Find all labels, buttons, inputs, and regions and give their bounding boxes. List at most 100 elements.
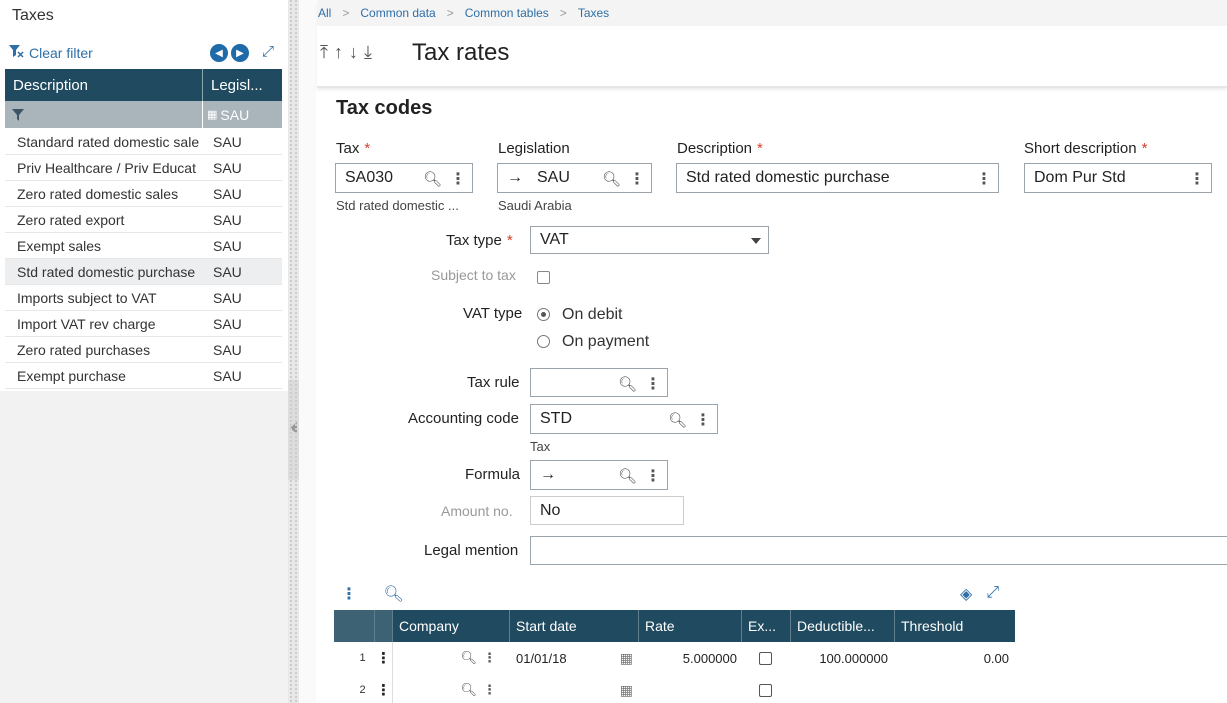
row-menu-icon[interactable]: ⋮ <box>375 642 393 674</box>
column-header-exempt[interactable]: Ex... <box>742 610 791 642</box>
list-item[interactable]: Std rated domestic purchase SAU <box>5 259 282 285</box>
row-number: 1 <box>359 652 366 664</box>
list-item[interactable]: Exempt sales SAU <box>5 233 282 259</box>
vat-type-on-debit-radio[interactable] <box>537 308 550 321</box>
search-icon[interactable]: 🔍︎ <box>618 375 637 393</box>
tax-field[interactable]: SA030 🔍︎ ⋮ <box>335 163 473 193</box>
exempt-cell[interactable] <box>742 674 791 703</box>
company-cell[interactable]: 🔍︎ ⋮ <box>393 674 510 703</box>
list-item[interactable]: Import VAT rev charge SAU <box>5 311 282 337</box>
threshold-cell[interactable] <box>895 674 1015 703</box>
column-header-company[interactable]: Company <box>393 610 510 642</box>
list-item[interactable]: Exempt purchase SAU <box>5 363 282 389</box>
column-header-rate[interactable]: Rate <box>639 610 742 642</box>
search-icon[interactable]: 🔍︎ <box>602 170 621 188</box>
more-icon[interactable]: ⋮ <box>976 169 992 189</box>
required-marker: * <box>757 140 763 157</box>
more-icon[interactable]: ⋮ <box>645 466 661 486</box>
more-icon[interactable]: ⋮ <box>645 374 661 394</box>
tax-type-select[interactable]: VAT <box>530 226 769 254</box>
column-header-deductible[interactable]: Deductible... <box>791 610 895 642</box>
layers-icon[interactable]: ◈ <box>960 584 972 604</box>
arrow-right-icon[interactable]: → <box>507 169 523 187</box>
exempt-checkbox[interactable] <box>759 683 772 697</box>
calendar-icon[interactable]: ▦ <box>620 650 633 667</box>
search-icon[interactable]: 🔍︎ <box>668 411 687 429</box>
calendar-icon[interactable]: ▦ <box>620 682 633 699</box>
more-icon[interactable]: ⋮ <box>483 650 496 666</box>
legislation-filter[interactable]: ▦ SAU <box>203 101 282 128</box>
arrow-right-icon[interactable]: → <box>540 466 556 484</box>
search-icon[interactable]: 🔍︎ <box>460 682 477 698</box>
list-item[interactable]: Zero rated purchases SAU <box>5 337 282 363</box>
vat-type-on-payment-label[interactable]: On payment <box>562 333 649 351</box>
rate-cell[interactable] <box>639 674 742 703</box>
threshold-cell[interactable]: 0.00 <box>895 642 1015 674</box>
description-field[interactable]: Std rated domestic purchase ⋮ <box>676 163 999 193</box>
tax-description-sub: Std rated domestic ... <box>336 198 459 213</box>
breadcrumb-taxes[interactable]: Taxes <box>578 6 609 20</box>
grid-search-icon[interactable]: 🔍︎ <box>383 586 403 603</box>
panel-splitter[interactable] <box>288 0 316 703</box>
last-record-icon[interactable]: ⤓ <box>364 42 372 63</box>
tax-rule-field[interactable]: 🔍︎ ⋮ <box>530 368 668 397</box>
more-icon[interactable]: ⋮ <box>450 169 466 189</box>
list-item[interactable]: Imports subject to VAT SAU <box>5 285 282 311</box>
formula-field[interactable]: → 🔍︎ ⋮ <box>530 460 668 490</box>
exempt-cell[interactable] <box>742 642 791 674</box>
subject-to-tax-checkbox[interactable] <box>537 271 550 284</box>
start-date-cell[interactable]: 01/01/18 ▦ <box>510 642 639 674</box>
previous-record-icon[interactable]: ↑ <box>334 42 343 63</box>
column-header-start-date[interactable]: Start date <box>510 610 639 642</box>
table-row[interactable]: 1 ⋮ 🔍︎ ⋮ 01/01/18 ▦ 5.000000 100.000000 0.00 <box>334 642 1015 674</box>
column-header-threshold[interactable]: Threshold <box>895 610 1015 642</box>
more-icon[interactable]: ⋮ <box>483 682 496 698</box>
list-item[interactable]: Zero rated export SAU <box>5 207 282 233</box>
search-icon[interactable]: 🔍︎ <box>618 467 637 485</box>
vat-type-on-payment-radio[interactable] <box>537 335 550 348</box>
legislation-field[interactable]: → SAU 🔍︎ ⋮ <box>497 163 652 193</box>
company-cell[interactable]: 🔍︎ ⋮ <box>393 642 510 674</box>
search-icon[interactable]: 🔍︎ <box>423 170 442 188</box>
breadcrumb-common-data[interactable]: Common data <box>360 6 435 20</box>
filter-clear-icon <box>8 44 24 61</box>
list-item-description: Exempt sales <box>17 237 102 254</box>
more-icon[interactable]: ⋮ <box>629 169 645 189</box>
more-icon[interactable]: ⋮ <box>1189 169 1205 189</box>
previous-icon[interactable]: ◀ <box>210 44 228 62</box>
next-icon[interactable]: ▶ <box>231 44 249 62</box>
short-description-field[interactable]: Dom Pur Std ⋮ <box>1024 163 1212 193</box>
tax-type-label-text: Tax type <box>446 232 502 249</box>
filter-icon[interactable] <box>5 101 203 128</box>
list-item-description: Zero rated export <box>17 211 125 228</box>
deductible-cell[interactable]: 100.000000 <box>791 642 895 674</box>
expand-icon[interactable]: ⤢ <box>262 43 274 60</box>
rate-cell[interactable]: 5.000000 <box>639 642 742 674</box>
grid-tools-right: ◈ ⤢ <box>960 584 999 604</box>
search-icon[interactable]: 🔍︎ <box>460 650 477 666</box>
exempt-checkbox[interactable] <box>759 651 772 665</box>
column-header-legislation[interactable]: Legisl... <box>203 69 282 101</box>
list-item-description: Imports subject to VAT <box>17 289 157 306</box>
vat-type-on-debit-label[interactable]: On debit <box>562 306 622 324</box>
breadcrumb-all[interactable]: All <box>318 6 331 20</box>
list-item[interactable]: Priv Healthcare / Priv Educat SAU <box>5 155 282 181</box>
first-record-icon[interactable]: ⤒ <box>320 42 328 63</box>
deductible-cell[interactable] <box>791 674 895 703</box>
breadcrumb-common-tables[interactable]: Common tables <box>465 6 549 20</box>
column-header-description[interactable]: Description <box>5 69 203 101</box>
accounting-code-field[interactable]: STD 🔍︎ ⋮ <box>530 404 718 434</box>
legal-mention-field[interactable] <box>530 536 1227 565</box>
grid-expand-icon[interactable]: ⤢ <box>986 584 999 604</box>
row-menu-icon[interactable]: ⋮ <box>375 674 393 703</box>
start-date-cell[interactable]: ▦ <box>510 674 639 703</box>
vat-type-label: VAT type <box>463 305 523 322</box>
row-number: 2 <box>359 684 366 696</box>
grid-more-icon[interactable]: ⋮ <box>341 586 357 603</box>
clear-filter-button[interactable]: Clear filter <box>8 44 93 61</box>
list-item[interactable]: Zero rated domestic sales SAU <box>5 181 282 207</box>
next-record-icon[interactable]: ↓ <box>349 42 358 63</box>
table-row[interactable]: 2 ⋮ 🔍︎ ⋮ ▦ <box>334 674 1015 703</box>
list-item[interactable]: Standard rated domestic sale SAU <box>5 129 282 155</box>
more-icon[interactable]: ⋮ <box>695 410 711 430</box>
